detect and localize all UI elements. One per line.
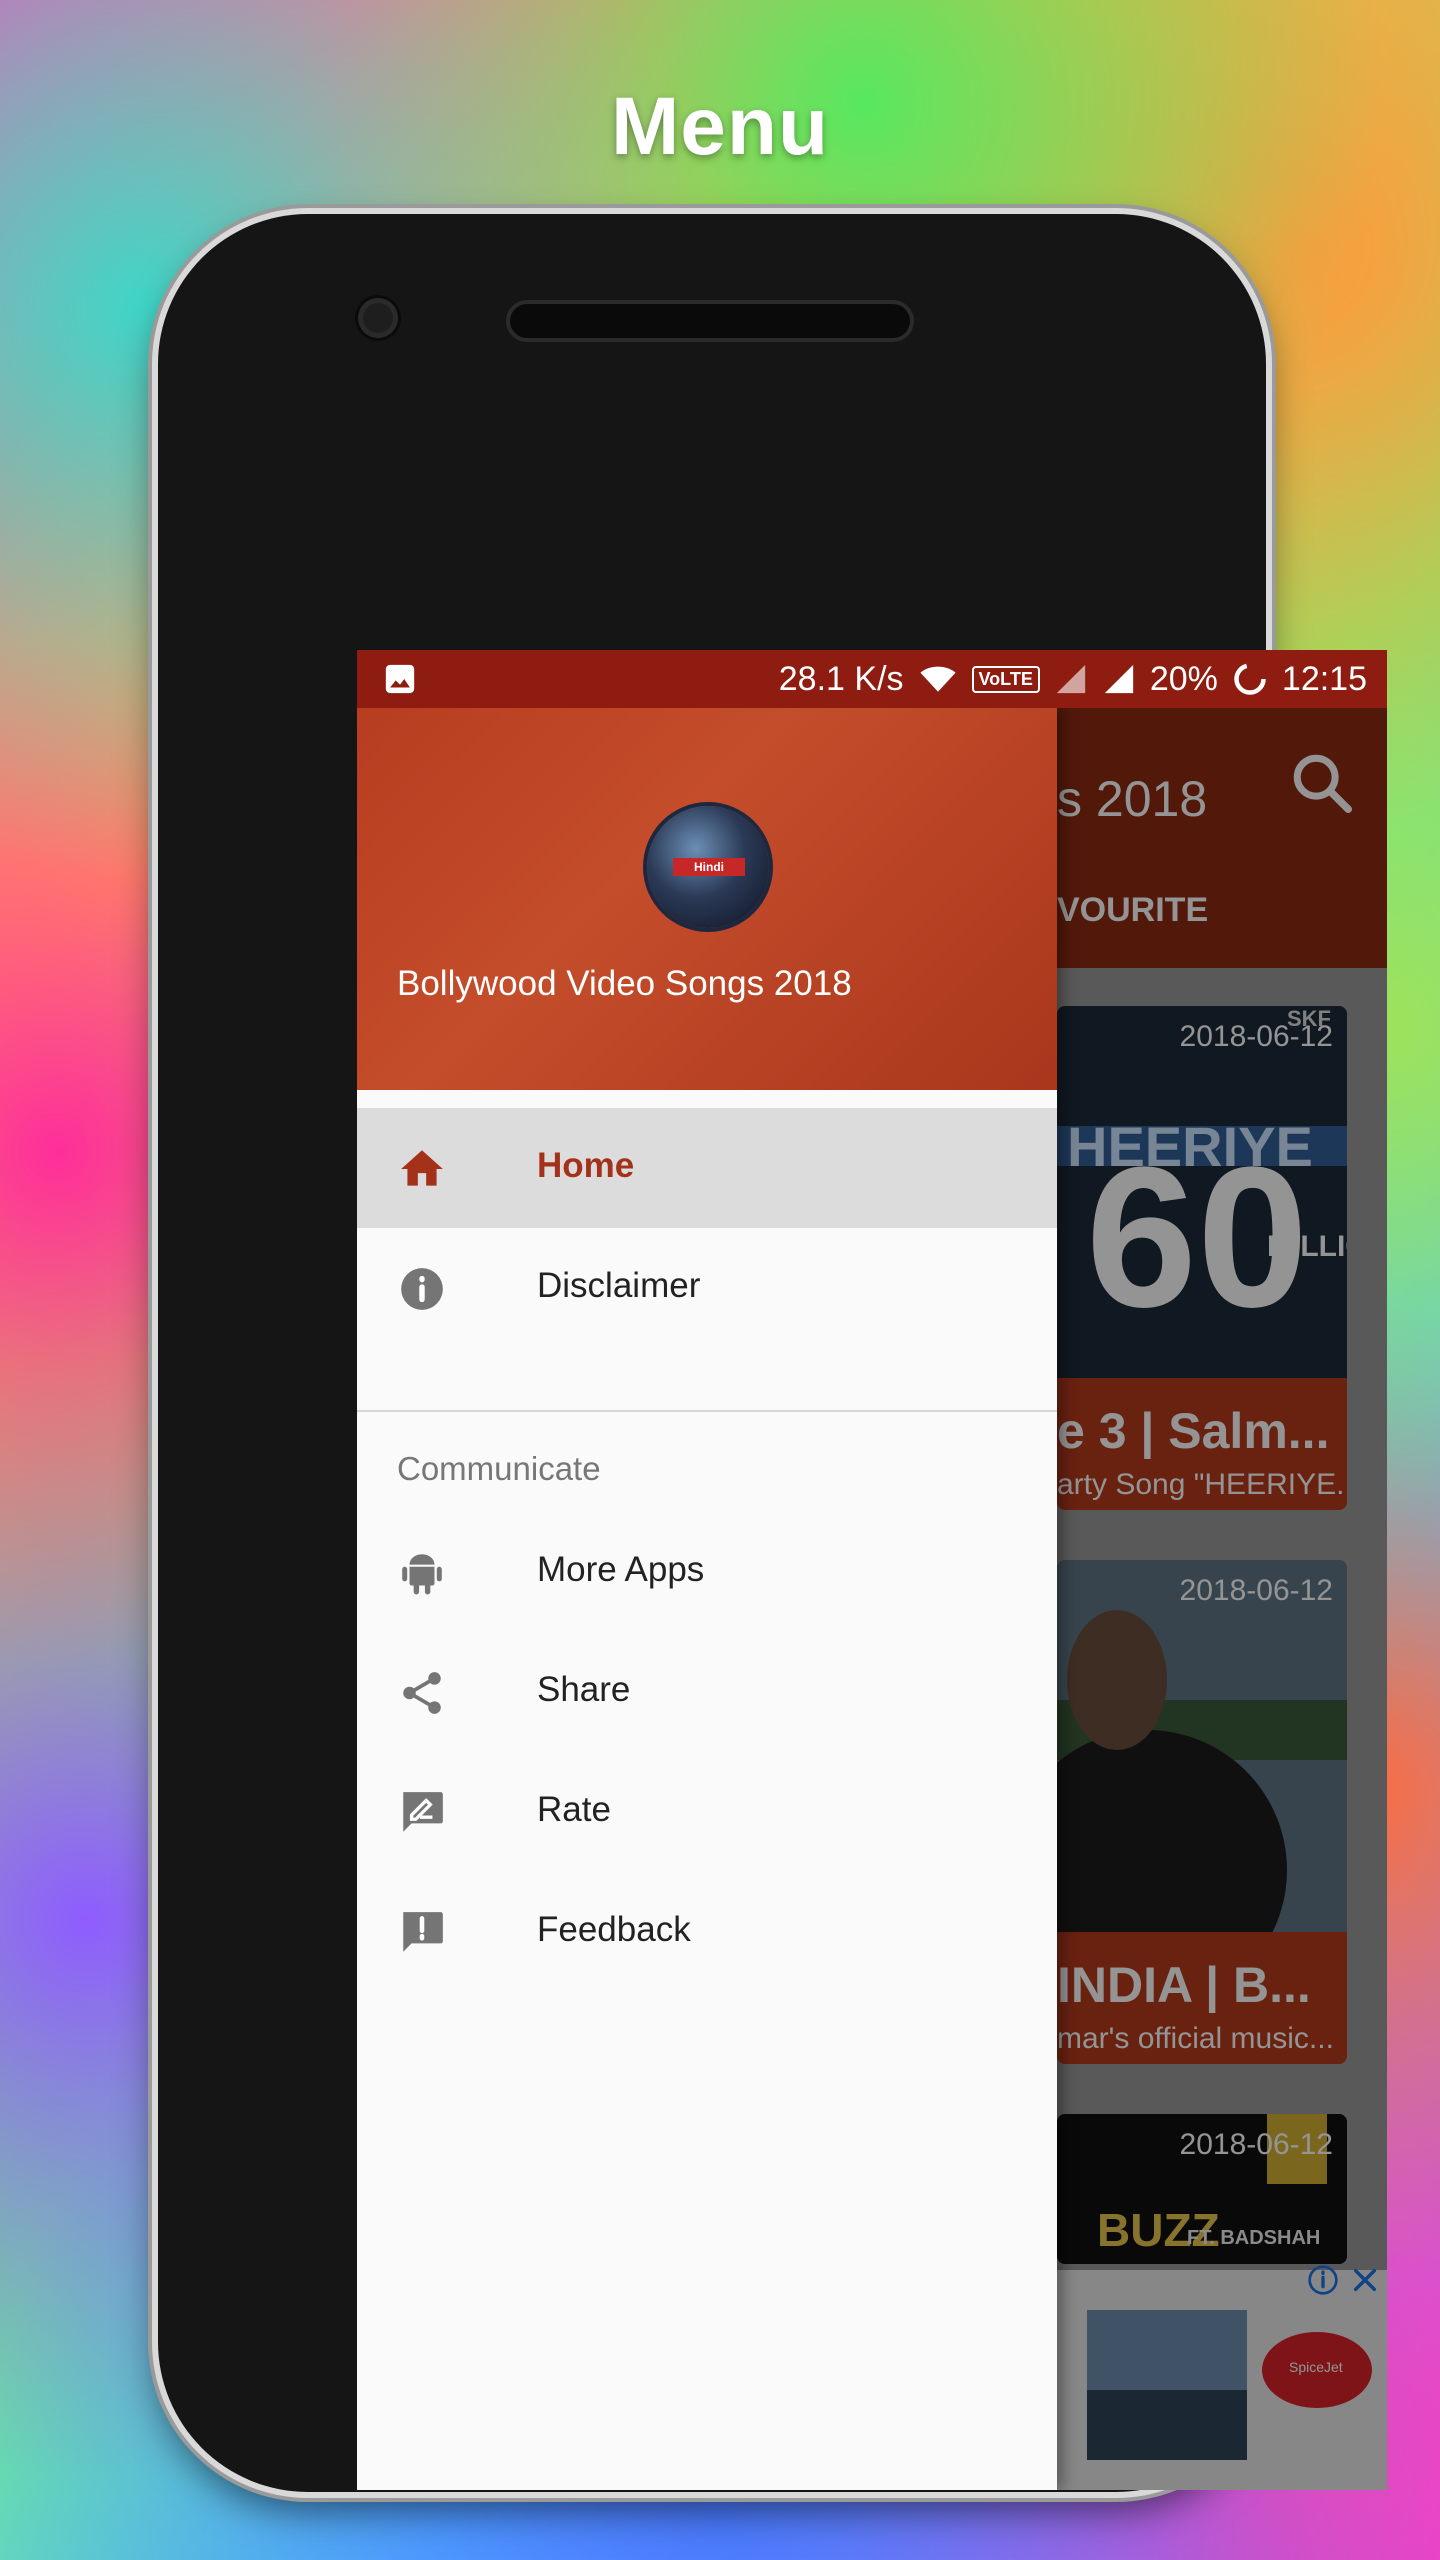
home-icon xyxy=(401,1150,443,1186)
earpiece-speaker xyxy=(510,304,910,338)
drawer-app-name: Bollywood Video Songs 2018 xyxy=(397,964,852,1003)
menu-item-feedback[interactable]: Feedback xyxy=(357,1872,1057,1992)
phone-screen: 28.1 K/s VoLTE 20% 12:15 s 2018 VOURITE xyxy=(357,650,1387,2490)
android-icon xyxy=(402,1554,442,1595)
menu-item-home[interactable]: Home xyxy=(357,1108,1057,1228)
page-headline: Menu xyxy=(610,81,830,172)
avatar-badge: Hindi xyxy=(673,858,745,876)
share-icon xyxy=(403,1672,441,1714)
signal-icon xyxy=(1104,664,1134,694)
menu-item-label: Share xyxy=(537,1670,631,1709)
menu-divider xyxy=(357,1410,1057,1412)
navigation-drawer: Hindi Bollywood Video Songs 2018 Home Di… xyxy=(357,708,1057,2490)
signal-icon xyxy=(1056,664,1086,694)
battery-saver-icon xyxy=(1234,663,1266,695)
front-camera xyxy=(358,298,398,338)
menu-item-rate[interactable]: Rate xyxy=(357,1752,1057,1872)
battery-percent: 20% xyxy=(1149,659,1218,698)
gallery-notification-icon xyxy=(385,664,415,694)
menu-item-more-apps[interactable]: More Apps xyxy=(357,1512,1057,1632)
status-bar: 28.1 K/s VoLTE 20% 12:15 xyxy=(357,650,1387,708)
menu-item-disclaimer[interactable]: Disclaimer xyxy=(357,1228,1057,1348)
info-icon xyxy=(401,1268,443,1310)
menu-item-label: Home xyxy=(537,1146,635,1185)
drawer-header: Hindi Bollywood Video Songs 2018 xyxy=(357,708,1057,1090)
feedback-icon xyxy=(403,1912,443,1952)
menu-item-label: Disclaimer xyxy=(537,1266,701,1305)
volte-badge: VoLTE xyxy=(971,665,1040,693)
menu-item-label: More Apps xyxy=(537,1550,705,1589)
network-speed: 28.1 K/s xyxy=(778,659,904,698)
rate-icon xyxy=(403,1792,443,1832)
wifi-icon xyxy=(919,666,956,692)
menu-item-label: Feedback xyxy=(537,1910,691,1949)
clock: 12:15 xyxy=(1281,659,1367,698)
section-title-communicate: Communicate xyxy=(397,1450,601,1487)
phone-frame: 28.1 K/s VoLTE 20% 12:15 s 2018 VOURITE xyxy=(158,214,1387,2492)
menu-item-label: Rate xyxy=(537,1790,611,1829)
menu-item-share[interactable]: Share xyxy=(357,1632,1057,1752)
app-avatar: Hindi xyxy=(647,806,769,928)
